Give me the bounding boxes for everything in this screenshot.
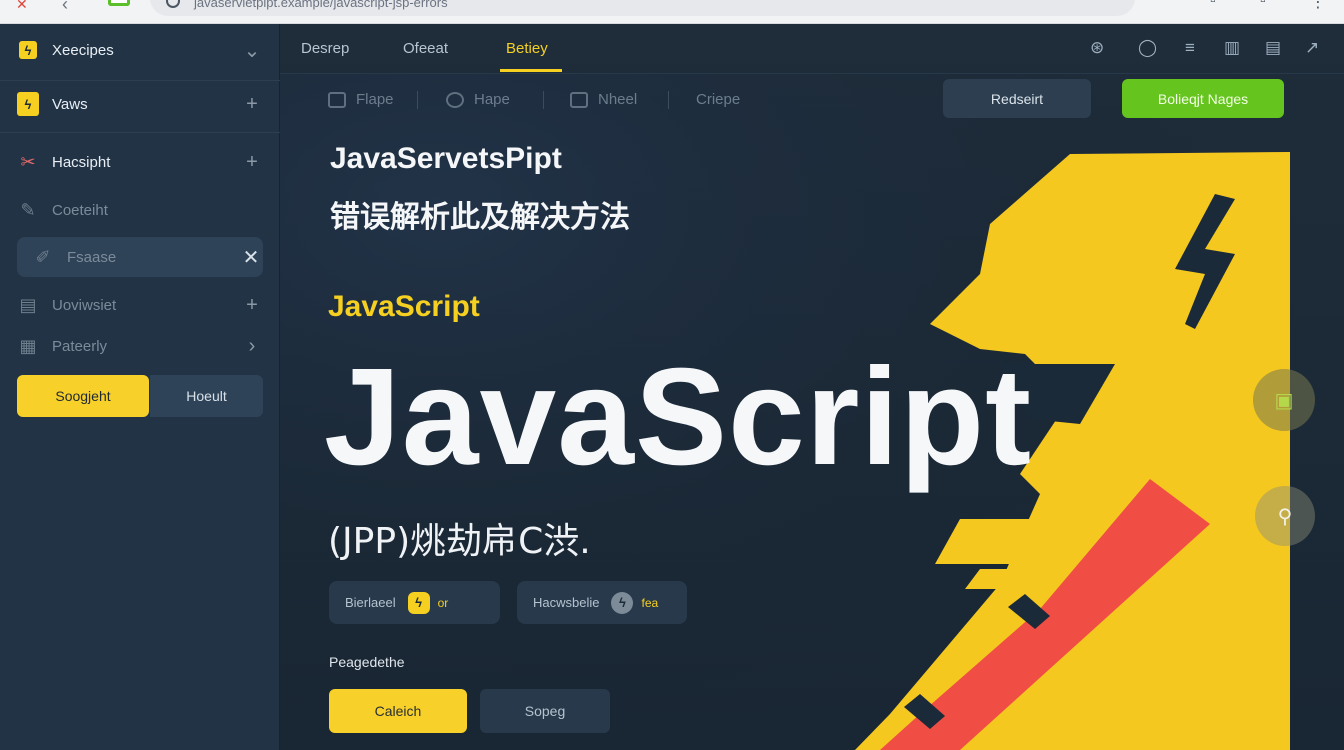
window-icon: ▤ xyxy=(19,294,37,315)
toolbar-item-flape[interactable]: Flape xyxy=(328,91,394,108)
toolbar-item-nheel[interactable]: Nheel xyxy=(570,91,637,108)
address-bar[interactable]: javaservletpipt.example/javascript-jsp-e… xyxy=(150,0,1135,16)
add-icon[interactable]: + xyxy=(240,294,264,317)
arrow-up-icon[interactable]: ↗ xyxy=(1305,38,1319,58)
bug-icon[interactable]: ⊛ xyxy=(1090,38,1104,58)
keyboard-icon[interactable]: ▤ xyxy=(1265,38,1281,58)
toolbar-item-label: Flape xyxy=(356,91,394,108)
sidebar-item-label: Pateerly xyxy=(52,337,108,355)
sidebar-header-label: Xeecipes xyxy=(52,41,114,59)
pin-float-button[interactable]: ⚲ xyxy=(1255,486,1315,546)
section-label: Peagedethe xyxy=(329,654,405,670)
app-logo-icon: ϟ xyxy=(16,38,40,62)
add-icon[interactable]: + xyxy=(240,151,264,174)
sidebar-header[interactable]: ϟ Xeecipes ⌄ xyxy=(16,30,264,70)
tab-desrep[interactable]: Desrep xyxy=(301,40,349,57)
grid-icon: ▦ xyxy=(19,335,37,356)
globe-icon xyxy=(446,91,464,108)
chip-label: Hacwsbelie xyxy=(533,595,600,610)
hero-headline-line1: JavaServetsPipt xyxy=(330,142,562,175)
columns-icon[interactable]: ▥ xyxy=(1224,38,1240,58)
tab-ofeeat[interactable]: Ofeeat xyxy=(403,40,448,57)
toolbar-item-label: Nheel xyxy=(598,91,638,108)
close-tab-icon[interactable]: ✕ xyxy=(16,0,28,13)
sidebar-secondary-button[interactable]: Hoeult xyxy=(150,375,263,417)
address-url[interactable]: javaservletpipt.example/javascript-jsp-e… xyxy=(194,0,448,10)
profile-icon[interactable]: ▫ xyxy=(1260,0,1266,10)
sidebar-item-fsaase[interactable]: ✐ Fsaase ✕ xyxy=(17,237,263,277)
hero-headline-line2: 错误解析此及解决方法 xyxy=(330,200,630,235)
browser-toolbar: ✕ ‹ javaservletpipt.example/javascript-j… xyxy=(0,0,1344,24)
sidebar-item-label: Fsaase xyxy=(67,248,117,266)
toolbar-item-criepe[interactable]: Criepe xyxy=(696,91,740,108)
sidebar-item-label: Hacsipht xyxy=(52,153,111,171)
tools-icon: ✂ xyxy=(20,151,36,172)
pin-icon: ⚲ xyxy=(1277,505,1293,528)
back-arrow-icon[interactable]: ‹ xyxy=(62,0,68,15)
toolbar-item-hape[interactable]: Hape xyxy=(446,91,510,108)
chevron-down-icon[interactable]: ⌄ xyxy=(240,38,264,63)
reset-button[interactable]: Redseirt xyxy=(943,79,1091,118)
bookmark-icon[interactable]: ▫ xyxy=(1210,0,1216,10)
lightning-badge-icon: ϟ xyxy=(611,591,634,614)
add-icon[interactable]: + xyxy=(240,93,264,116)
active-tab-indicator xyxy=(500,69,562,72)
lightning-logo-icon: ϟ xyxy=(16,92,40,116)
main-content: Desrep Ofeeat Betiey ⊛ ◯ ≡ ▥ ▤ ↗ Flape H… xyxy=(280,24,1344,750)
tab-betiey[interactable]: Betiey xyxy=(506,40,548,57)
toolbar-item-label: Hape xyxy=(474,91,510,108)
chip-value: or xyxy=(437,595,449,610)
toolbar-item-label: Criepe xyxy=(696,91,741,108)
sidebar-primary-button[interactable]: Soogjeht xyxy=(17,375,149,417)
sopeg-button[interactable]: Sopeg xyxy=(480,689,610,733)
chevron-right-icon[interactable]: › xyxy=(240,335,264,358)
close-icon[interactable]: ✕ xyxy=(239,245,263,270)
hero-title: JavaScript xyxy=(324,340,1033,494)
lightning-badge-icon: ϟ xyxy=(407,591,430,614)
search-icon xyxy=(166,0,180,8)
file-float-button[interactable]: ▣ xyxy=(1253,369,1315,431)
chat-icon[interactable]: ◯ xyxy=(1138,38,1157,58)
sidebar-item-label: Uoviwsiet xyxy=(52,296,117,314)
sidebar-item-label: Vaws xyxy=(52,95,88,113)
menu-kebab-icon[interactable]: ⋮ xyxy=(1310,0,1326,12)
sidebar-item-label: Coeteiht xyxy=(52,201,108,219)
pen-icon: ✐ xyxy=(35,246,51,267)
sidebar-item-vaws[interactable]: ϟ Vaws + xyxy=(16,84,264,124)
hero-kicker: JavaScript xyxy=(328,290,480,323)
list-icon[interactable]: ≡ xyxy=(1185,38,1195,58)
chip-bierlaeel[interactable]: Bierlaeel ϟ or xyxy=(329,581,500,624)
chip-value: fea xyxy=(641,595,659,610)
sidebar-item-hacsipht[interactable]: ✂ Hacsipht + xyxy=(16,142,264,182)
chip-label: Bierlaeel xyxy=(345,595,396,610)
hero-subtitle: (JPP)烑劫帍C渋. xyxy=(328,521,591,562)
brush-icon: ✎ xyxy=(20,199,36,220)
sidebar-item-pateerly[interactable]: ▦ Pateerly › xyxy=(16,326,264,366)
frame-icon xyxy=(328,91,346,108)
document-icon: ▣ xyxy=(1274,389,1294,412)
caleich-button[interactable]: Caleich xyxy=(329,689,467,733)
sidebar-item-uoviwsiet[interactable]: ▤ Uoviwsiet + xyxy=(16,285,264,325)
top-navigation: Desrep Ofeeat Betiey ⊛ ◯ ≡ ▥ ▤ ↗ xyxy=(280,24,1344,74)
sidebar: ϟ Xeecipes ⌄ ϟ Vaws + ✂ Hacsipht + ✎ Coe… xyxy=(0,24,280,750)
bolieqjt-nages-button[interactable]: Bolieqjt Nages xyxy=(1122,79,1284,118)
extension-icon[interactable] xyxy=(108,0,130,6)
grid-icon xyxy=(570,91,588,108)
chip-hacwsbelie[interactable]: Hacwsbelie ϟ fea xyxy=(517,581,687,624)
sidebar-item-coeteiht[interactable]: ✎ Coeteiht xyxy=(16,190,264,230)
